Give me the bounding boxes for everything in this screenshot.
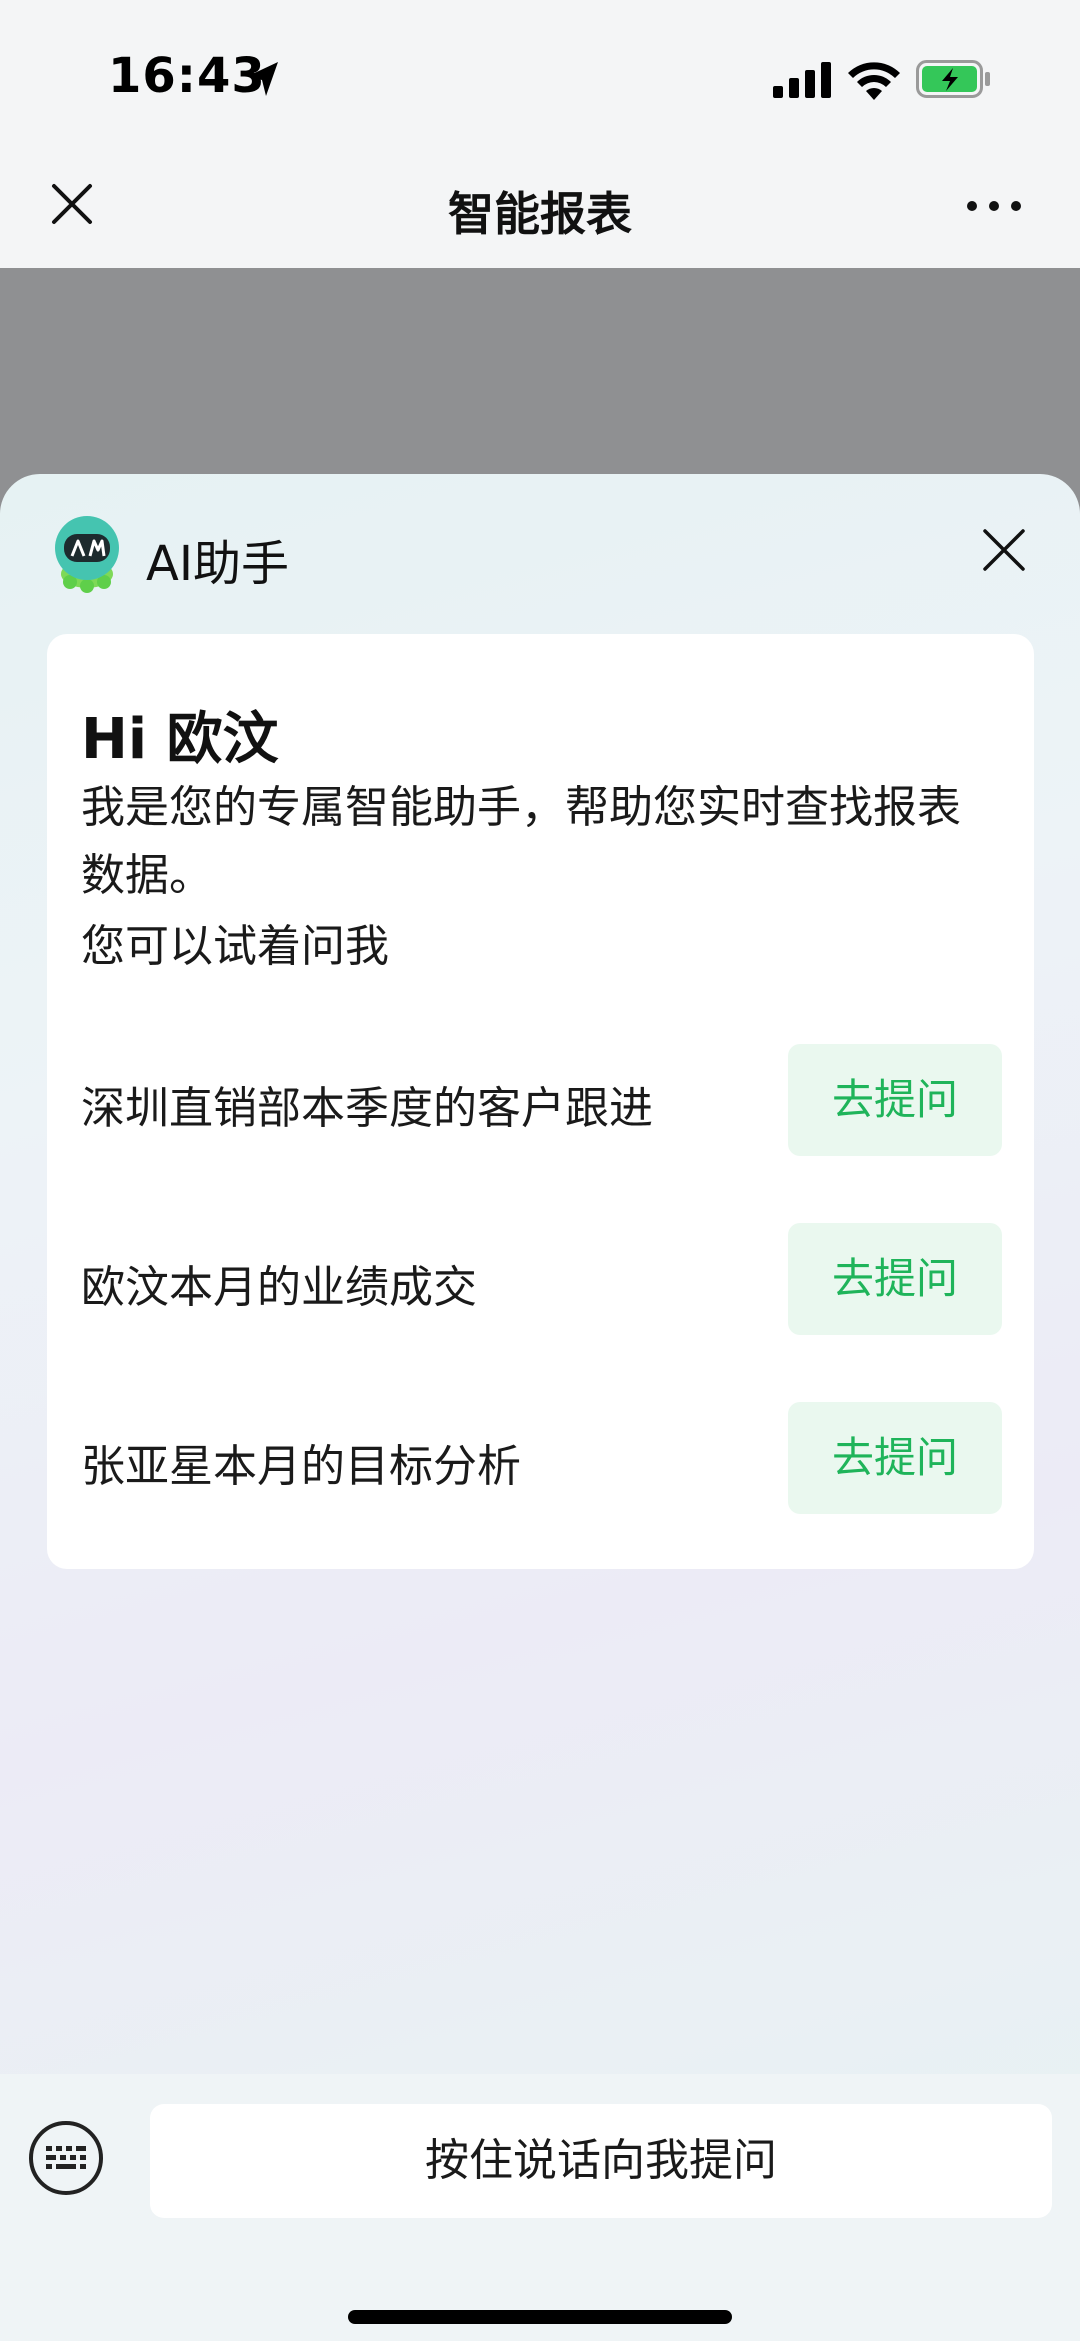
- page-title: 智能报表: [448, 187, 632, 241]
- cellular-signal-icon: [773, 62, 831, 98]
- suggested-question: 张亚星本月的目标分析 去提问: [81, 1402, 1002, 1514]
- greeting: Hi 欧汶: [81, 707, 279, 772]
- hint-text: 您可以试着问我: [81, 921, 389, 972]
- ask-button[interactable]: 去提问: [788, 1402, 1002, 1514]
- intro-text: 我是您的专属智能助手，帮助您实时查找报表数据。: [81, 782, 961, 901]
- top-bar: 16:43 智能报表: [0, 0, 1080, 268]
- keyboard-icon[interactable]: [28, 2120, 104, 2196]
- welcome-card: Hi 欧汶 我是您的专属智能助手，帮助您实时查找报表数据。 您可以试着问我 深圳…: [47, 634, 1034, 1569]
- status-time: 16:43: [108, 48, 266, 104]
- battery-charging-icon: [916, 60, 990, 98]
- hold-to-talk-button[interactable]: 按住说话向我提问: [150, 2104, 1052, 2218]
- close-sheet-icon[interactable]: [982, 528, 1026, 572]
- ask-button[interactable]: 去提问: [788, 1223, 1002, 1335]
- question-text: 深圳直销部本季度的客户跟进: [81, 1083, 653, 1134]
- ai-robot-avatar-icon: [55, 516, 119, 593]
- wifi-icon: [848, 62, 900, 100]
- input-bar: 按住说话向我提问: [0, 2074, 1080, 2341]
- home-indicator: [348, 2310, 732, 2324]
- location-arrow-icon: [248, 62, 278, 96]
- ask-button[interactable]: 去提问: [788, 1044, 1002, 1156]
- suggested-question: 欧汶本月的业绩成交 去提问: [81, 1223, 1002, 1335]
- question-text: 张亚星本月的目标分析: [81, 1441, 521, 1492]
- question-text: 欧汶本月的业绩成交: [81, 1262, 477, 1313]
- more-options-icon[interactable]: [964, 196, 1024, 216]
- suggested-question: 深圳直销部本季度的客户跟进 去提问: [81, 1044, 1002, 1156]
- assistant-title: AI助手: [146, 536, 289, 592]
- ai-assistant-sheet: AI助手 Hi 欧汶 我是您的专属智能助手，帮助您实时查找报表数据。 您可以试着…: [0, 474, 1080, 2341]
